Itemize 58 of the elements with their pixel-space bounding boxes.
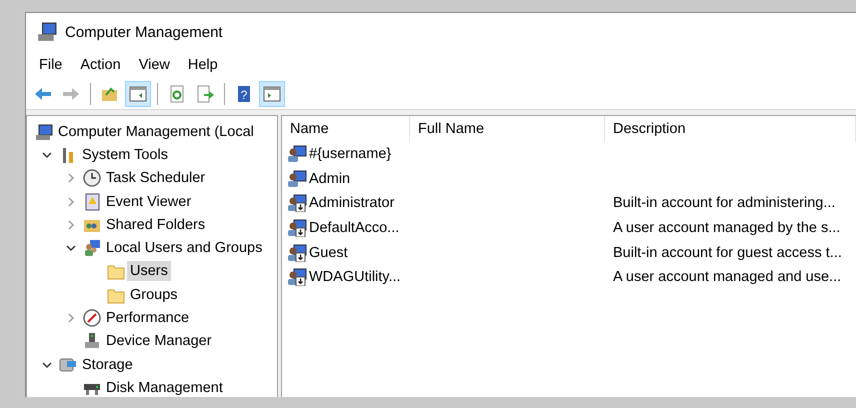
tree-item[interactable]: Event Viewer bbox=[103, 192, 194, 212]
user-name[interactable]: #{username} bbox=[309, 146, 392, 162]
user-description: Built-in account for administering... bbox=[612, 195, 836, 212]
device-icon bbox=[83, 332, 101, 350]
user-description: A user account managed by the s... bbox=[612, 220, 842, 236]
clock-icon bbox=[83, 169, 101, 188]
user-group-icon bbox=[83, 239, 101, 258]
toolbar-button[interactable] bbox=[125, 81, 151, 107]
menu-item[interactable]: View bbox=[130, 57, 179, 73]
user-description: A user account managed and use... bbox=[612, 269, 842, 286]
tree-item[interactable]: Local Users and Groups bbox=[103, 238, 266, 258]
tree-item[interactable]: System Tools bbox=[79, 144, 171, 165]
disabled-user-icon bbox=[287, 194, 307, 212]
disabled-user-icon bbox=[287, 244, 307, 262]
menu-item[interactable]: File bbox=[30, 57, 72, 73]
window-title: Computer Management bbox=[65, 24, 223, 40]
collapsed-chevron-icon[interactable] bbox=[66, 196, 76, 207]
tree-item[interactable]: Users bbox=[127, 261, 171, 282]
event-log-icon bbox=[83, 192, 101, 211]
tree-item[interactable]: Shared Folders bbox=[103, 214, 208, 235]
disabled-user-icon bbox=[287, 268, 307, 286]
forward-arrow-icon bbox=[62, 85, 80, 103]
user-name[interactable]: Admin bbox=[309, 170, 350, 187]
expanded-chevron-icon[interactable] bbox=[42, 360, 52, 370]
tree-item[interactable]: Task Scheduler bbox=[103, 168, 208, 188]
user-icon bbox=[287, 145, 307, 164]
back-arrow-icon bbox=[34, 85, 52, 103]
expanded-chevron-icon[interactable] bbox=[42, 150, 52, 160]
tree-item[interactable]: Device Manager bbox=[103, 331, 215, 352]
tree-item[interactable]: Computer Management (Local bbox=[55, 122, 257, 142]
help-icon: ? bbox=[235, 85, 253, 103]
export-list-icon bbox=[196, 85, 214, 103]
column-header[interactable]: Description bbox=[605, 116, 856, 142]
folder-up-icon bbox=[101, 85, 119, 103]
tree-item[interactable]: Storage bbox=[79, 354, 136, 375]
computer-icon bbox=[35, 122, 53, 141]
column-header[interactable]: Name bbox=[282, 116, 410, 142]
refresh-icon bbox=[168, 85, 186, 103]
tree-item[interactable]: Groups bbox=[127, 284, 181, 305]
user-icon bbox=[287, 170, 307, 188]
toolbar-button[interactable] bbox=[259, 81, 285, 107]
toolbar-button[interactable]: ? bbox=[231, 81, 257, 107]
collapsed-chevron-icon[interactable] bbox=[66, 220, 76, 230]
menu-item[interactable]: Help bbox=[178, 57, 227, 73]
user-description: Built-in account for guest access t... bbox=[612, 244, 843, 261]
left-pane-icon bbox=[129, 85, 147, 103]
computer-management-icon bbox=[37, 22, 57, 42]
collapsed-chevron-icon[interactable] bbox=[66, 173, 76, 184]
tree-item[interactable]: Performance bbox=[103, 308, 192, 328]
collapsed-chevron-icon[interactable] bbox=[66, 313, 76, 324]
menu-item[interactable]: Action bbox=[71, 57, 130, 73]
disabled-user-icon bbox=[287, 219, 307, 238]
tree-item[interactable]: Disk Management bbox=[103, 378, 226, 397]
right-pane-icon bbox=[263, 85, 281, 103]
gauge-icon bbox=[83, 309, 101, 328]
storage-icon bbox=[59, 356, 77, 374]
column-header[interactable]: Full Name bbox=[410, 116, 605, 142]
expanded-chevron-icon[interactable] bbox=[66, 243, 76, 254]
